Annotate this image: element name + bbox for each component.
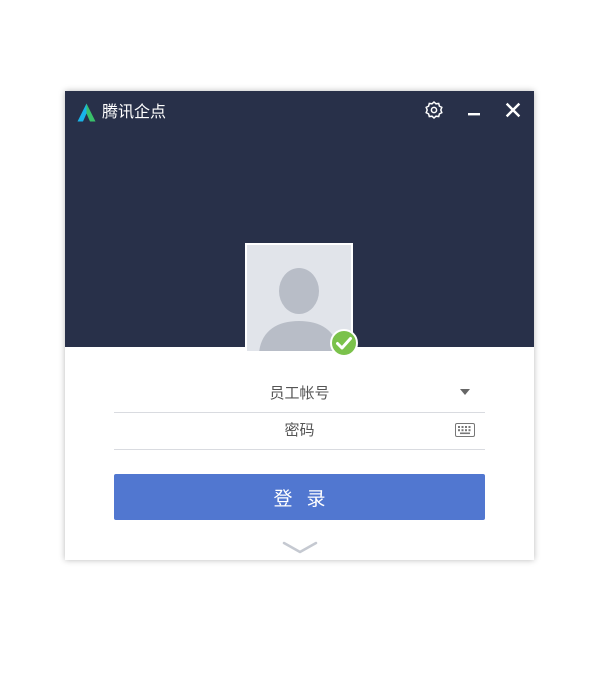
account-input[interactable]	[144, 375, 455, 411]
minimize-button[interactable]	[463, 99, 485, 121]
gear-icon	[425, 100, 443, 120]
account-field	[114, 375, 485, 413]
settings-button[interactable]	[423, 99, 445, 121]
password-input[interactable]	[144, 412, 455, 448]
app-brand: 腾讯企点	[77, 101, 166, 123]
dropdown-arrow-icon[interactable]	[460, 389, 470, 395]
app-title: 腾讯企点	[102, 102, 167, 121]
minimize-icon	[468, 113, 480, 116]
password-field	[114, 412, 485, 450]
close-icon	[505, 102, 521, 118]
login-button[interactable]: 登录	[114, 474, 485, 520]
close-button[interactable]	[502, 99, 524, 121]
check-circle-icon	[330, 329, 358, 357]
chevron-down-icon[interactable]	[282, 541, 318, 555]
tencent-qidian-logo-icon	[77, 103, 96, 121]
login-window: 腾讯企点 员工帐号 登录	[65, 91, 534, 560]
keyboard-icon[interactable]	[455, 423, 475, 437]
